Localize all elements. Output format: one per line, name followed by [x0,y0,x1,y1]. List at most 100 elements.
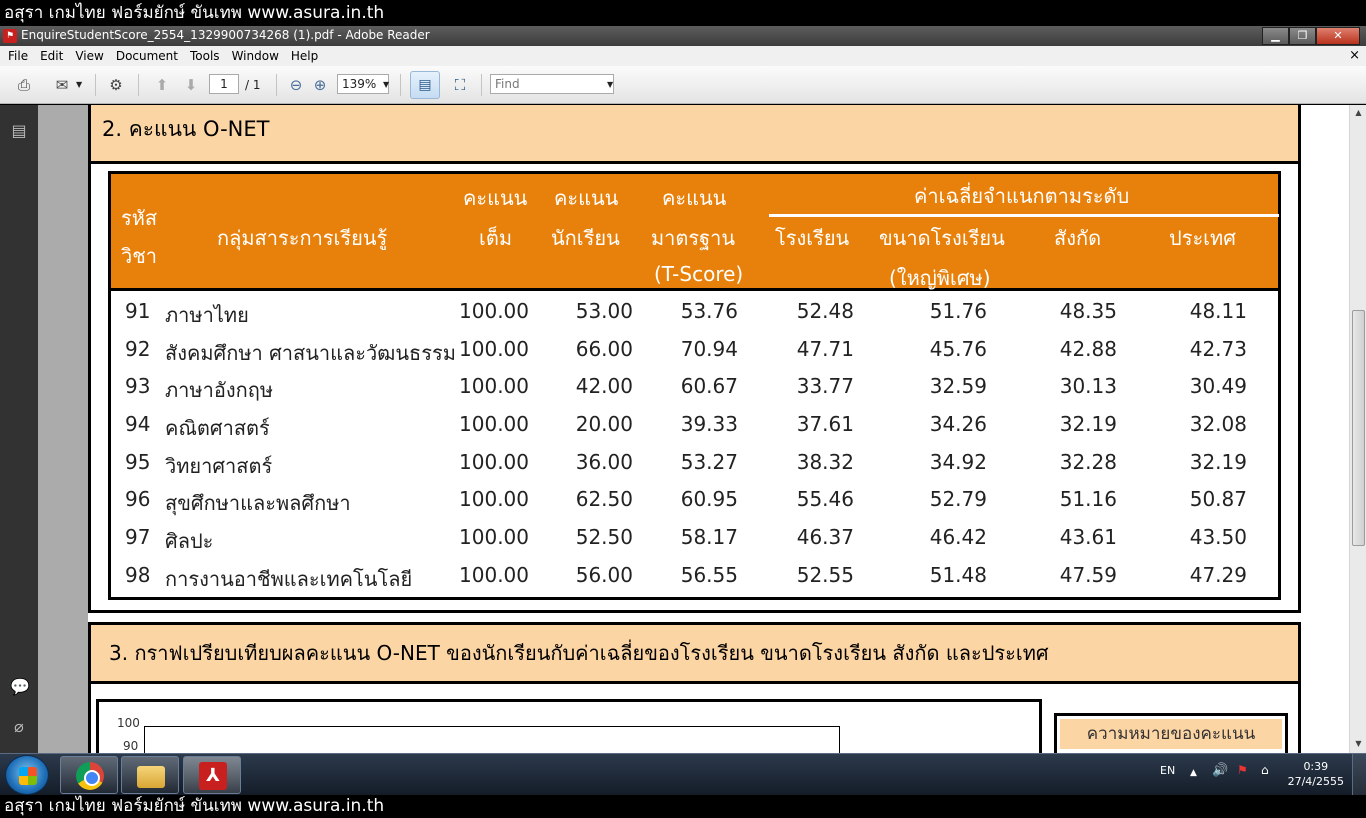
navigation-pane: ▤ 💬 ⌀ [0,105,38,753]
menu-help[interactable]: Help [291,49,318,63]
cell-country: 48.11 [1189,299,1247,323]
section2-heading: 2. คะแนน O-NET [88,105,1301,164]
find-dropdown-icon[interactable]: ▼ [607,80,613,102]
cell-student: 62.50 [575,487,633,511]
fit-page-icon[interactable]: ⛶ [448,74,472,96]
taskbar: ⅄ EN ▲ 🔊 ⚑ ⌂ 0:39 27/4/2555 [0,753,1366,796]
system-clock[interactable]: 0:39 27/4/2555 [1288,759,1344,789]
cell-school: 37.61 [796,412,854,436]
header-school: โรงเรียน [775,226,850,250]
pdf-page: 2. คะแนน O-NET รหัส วิชา กลุ่มสาระการเรี… [88,105,1349,753]
attachments-icon[interactable]: ⌀ [10,717,28,737]
chrome-icon [76,762,104,790]
table-row: 93 ภาษาอังกฤษ 100.00 42.00 60.67 33.77 3… [111,374,1278,412]
cell-size: 32.59 [929,374,987,398]
menu-view[interactable]: View [75,49,103,63]
table-row: 92 สังคมศึกษา ศาสนาและวัฒนธรรม 100.00 66… [111,337,1278,375]
cell-affiliation: 43.61 [1059,525,1117,549]
cell-full: 100.00 [459,412,529,436]
start-button[interactable] [5,755,49,795]
section3-title: 3. กราฟเปรียบเทียบผลคะแนน O-NET ของนักเร… [109,641,1049,665]
cell-tscore: 53.27 [680,450,738,474]
legend-title: ความหมายของคะแนน [1060,719,1282,749]
document-close-icon[interactable]: × [1349,48,1360,63]
volume-icon[interactable]: 🔊 [1212,763,1228,778]
header-size-line2: (ใหญ่พิเศษ) [889,266,991,290]
window-titlebar[interactable]: ⚑ EnquireStudentScore_2554_1329900734268… [0,26,1366,46]
menu-bar: File Edit View Document Tools Window Hel… [0,46,1366,66]
show-desktop-button[interactable] [1352,754,1366,796]
next-page-icon[interactable]: ⬇ [179,74,203,96]
close-button[interactable]: ✕ [1316,27,1360,45]
menu-window[interactable]: Window [232,49,279,63]
header-code-line2: วิชา [121,244,158,268]
cell-full: 100.00 [459,374,529,398]
header-size-line1: ขนาดโรงเรียน [879,226,1005,250]
taskbar-adobe-reader[interactable]: ⅄ [183,756,241,794]
pages-icon[interactable]: ▤ [10,121,28,141]
cell-size: 46.42 [929,525,987,549]
taskbar-explorer[interactable] [121,756,179,794]
share-icon[interactable]: ✉ [50,74,74,96]
header-divider [769,214,1279,217]
cell-size: 52.79 [929,487,987,511]
cell-affiliation: 32.19 [1059,412,1117,436]
scroll-mode-icon[interactable]: ▤ [410,71,440,99]
page-number-input[interactable]: 1 [209,74,239,94]
cell-country: 32.08 [1189,412,1247,436]
comments-icon[interactable]: 💬 [10,677,30,697]
collaborate-icon[interactable]: ⚙ [104,74,128,96]
zoom-level-input[interactable]: 139% [337,74,389,94]
cell-size: 51.76 [929,299,987,323]
cell-student: 42.00 [575,374,633,398]
cell-full: 100.00 [459,450,529,474]
document-viewport[interactable]: 2. คะแนน O-NET รหัส วิชา กลุ่มสาระการเรี… [38,105,1349,753]
cell-affiliation: 42.88 [1059,337,1117,361]
find-input[interactable]: Find [490,74,614,94]
header-full-line1: คะแนน [463,186,528,210]
language-indicator[interactable]: EN [1160,764,1175,777]
menu-edit[interactable]: Edit [40,49,63,63]
cell-tscore: 53.76 [680,299,738,323]
zoom-dropdown-icon[interactable]: ▼ [383,80,389,102]
scroll-down-icon[interactable]: ▼ [1353,739,1364,750]
watermark-bottom: อสุรา เกมไทย ฟอร์มยักษ์ ขันเทพ www.asura… [0,795,1366,818]
header-student-line1: คะแนน [554,186,619,210]
cell-code: 97 [125,525,151,549]
cell-tscore: 56.55 [680,563,738,587]
maximize-button[interactable]: ❐ [1289,27,1316,45]
vertical-scrollbar[interactable]: ▲ ▼ [1349,105,1366,753]
clock-date: 27/4/2555 [1287,775,1344,788]
cell-tscore: 70.94 [680,337,738,361]
cell-student: 20.00 [575,412,633,436]
scrollbar-thumb[interactable] [1352,310,1365,546]
pdf-app-icon: ⚑ [3,29,17,43]
zoom-in-icon[interactable]: ⊕ [308,74,332,96]
cell-country: 47.29 [1189,563,1247,587]
watermark-top: อสุรา เกมไทย ฟอร์มยักษ์ ขันเทพ www.asura… [0,0,1366,26]
cell-country: 30.49 [1189,374,1247,398]
header-country: ประเทศ [1169,226,1236,250]
taskbar-chrome[interactable] [60,756,118,794]
scroll-up-icon[interactable]: ▲ [1353,108,1364,119]
table-row: 95 วิทยาศาสตร์ 100.00 36.00 53.27 38.32 … [111,450,1278,488]
toolbar: ⎙ ✉ ▼ ⚙ ⬆ ⬇ 1 / 1 ⊖ ⊕ 139% ▼ ▤ ⛶ Find ▼ [0,66,1366,104]
cell-student: 56.00 [575,563,633,587]
menu-tools[interactable]: Tools [190,49,220,63]
previous-page-icon[interactable]: ⬆ [150,74,174,96]
header-affiliation: สังกัด [1054,226,1102,250]
onet-score-table: รหัส วิชา กลุ่มสาระการเรียนรู้ คะแนน เต็… [108,171,1281,600]
menu-document[interactable]: Document [116,49,178,63]
header-full-line2: เต็ม [479,226,513,250]
print-icon[interactable]: ⎙ [12,74,36,96]
tray-expand-icon[interactable]: ▲ [1190,768,1197,778]
zoom-out-icon[interactable]: ⊖ [284,74,308,96]
cell-full: 100.00 [459,525,529,549]
action-center-icon[interactable]: ⌂ [1261,763,1269,777]
share-dropdown-icon[interactable]: ▼ [76,80,82,102]
network-icon[interactable]: ⚑ [1237,763,1248,777]
minimize-button[interactable]: ▁ [1262,27,1289,45]
menu-file[interactable]: File [8,49,28,63]
cell-country: 32.19 [1189,450,1247,474]
cell-tscore: 58.17 [680,525,738,549]
